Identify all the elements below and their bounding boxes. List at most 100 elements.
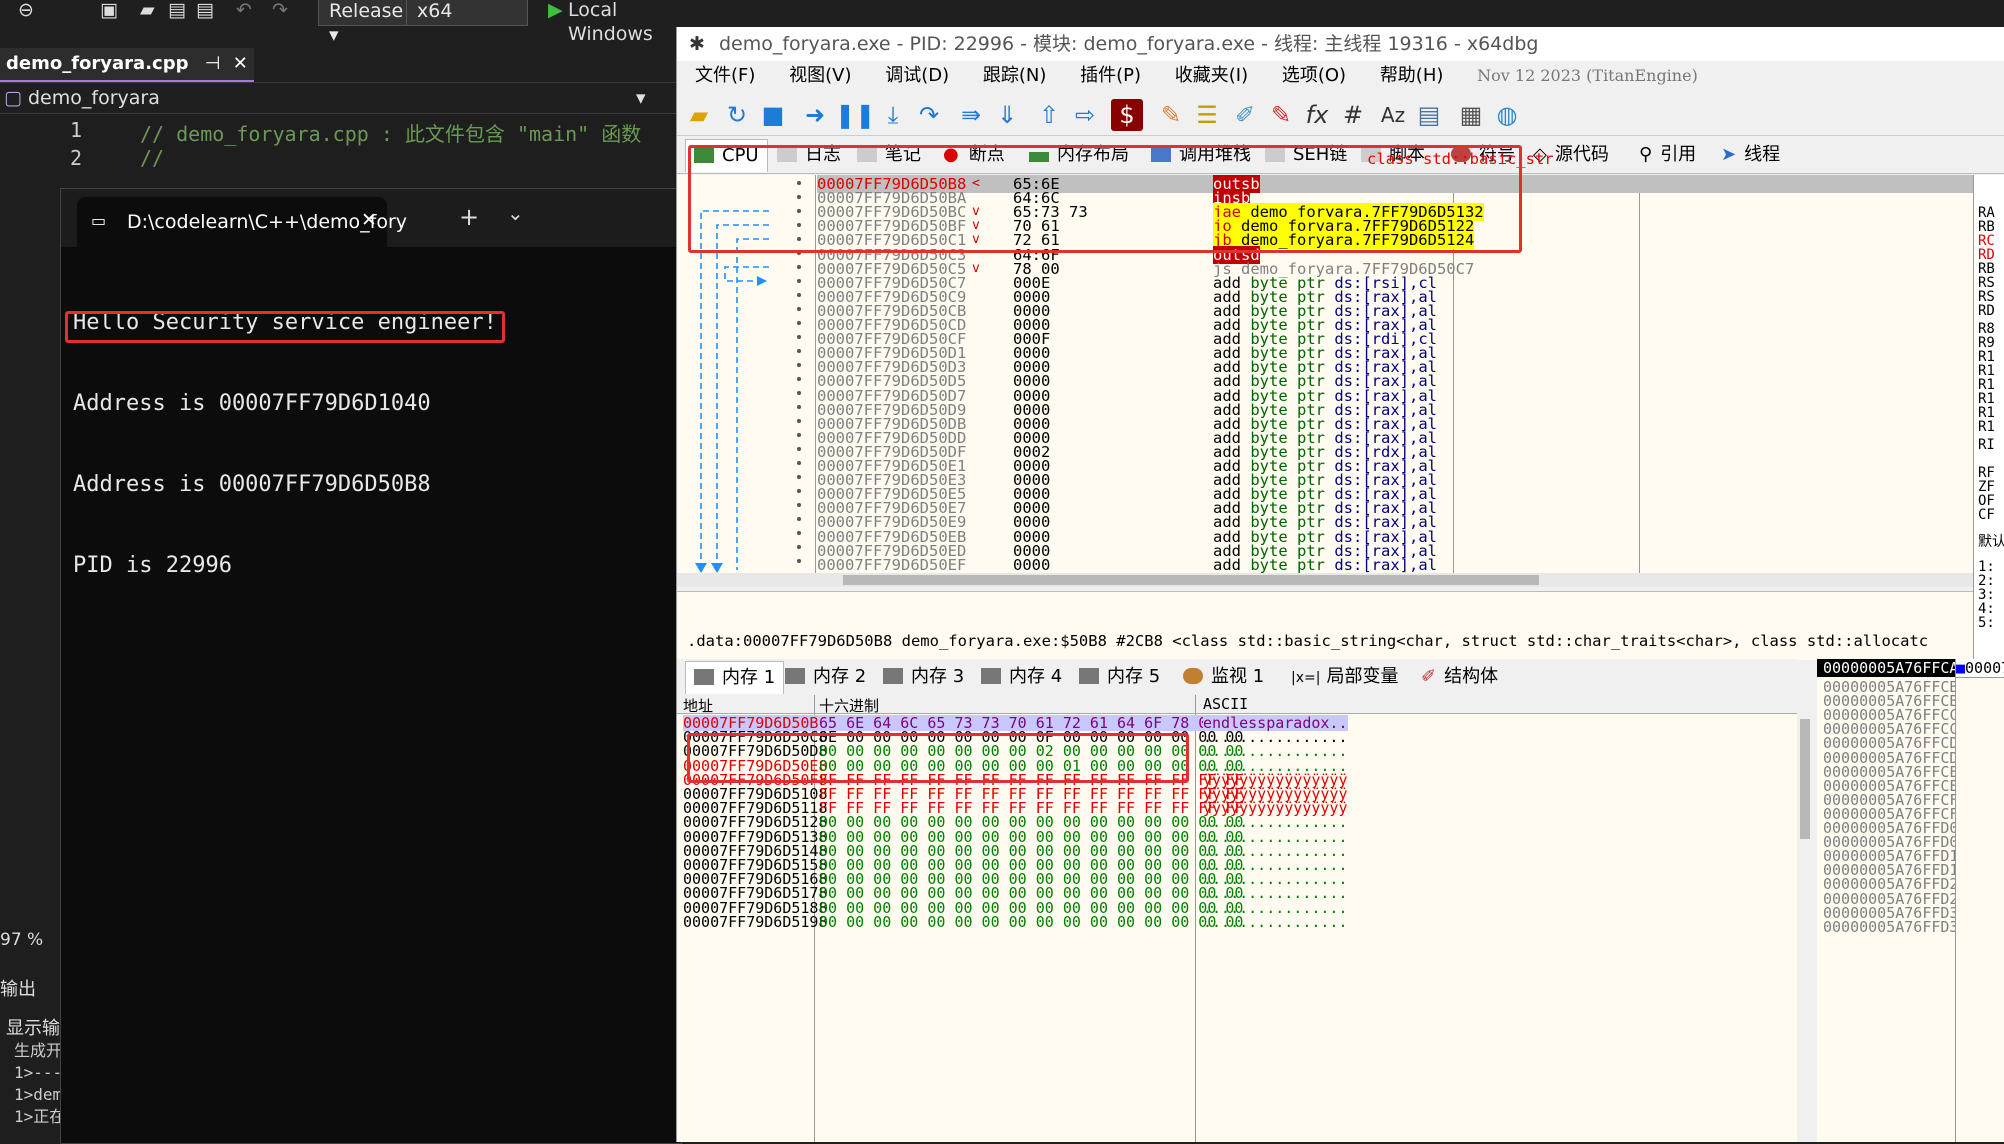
- restart-icon[interactable]: ↻: [721, 99, 753, 131]
- undo-icon[interactable]: ↶: [236, 0, 252, 24]
- tab-locals-label: 局部变量: [1326, 666, 1399, 687]
- terminal-titlebar: ▭ D:\codelearn\C++\demo_fory ✕ + ⌄: [61, 189, 681, 247]
- disasm-operand: ds:[rax],al: [1334, 555, 1437, 573]
- tab-watch-1[interactable]: 监视 1: [1175, 661, 1272, 693]
- execute-till-return-icon[interactable]: ⇧: [1033, 99, 1065, 131]
- menu-plugins[interactable]: 插件(P): [1080, 65, 1141, 86]
- terminal-window[interactable]: ▭ D:\codelearn\C++\demo_fory ✕ + ⌄ Hello…: [60, 188, 682, 1144]
- terminal-icon: ▭: [91, 211, 107, 230]
- globe-icon[interactable]: ◍: [1491, 99, 1523, 131]
- calculator-icon[interactable]: ▦: [1455, 99, 1487, 131]
- tab-references[interactable]: ⚲ 引用: [1631, 139, 1704, 171]
- save-icon[interactable]: ▤: [168, 0, 186, 24]
- menu-help[interactable]: 帮助(H): [1380, 65, 1444, 86]
- functions-icon[interactable]: fx: [1301, 99, 1333, 131]
- register-label[interactable]: 默认: [1978, 531, 2004, 551]
- start-debug-icon[interactable]: ▶: [548, 0, 563, 24]
- tab-dump-4[interactable]: 内存 4: [973, 661, 1070, 693]
- hash-icon[interactable]: #: [1337, 99, 1369, 131]
- open-icon[interactable]: ▰: [683, 99, 715, 131]
- save-all-icon[interactable]: ▤: [196, 0, 214, 24]
- tab-dropdown-button[interactable]: ⌄: [507, 201, 524, 225]
- vs-toolbar: ⊖ ▣ ▰ ▤ ▤ ↶ ↷ Release ▾ x64 ▶ Local Wind…: [0, 0, 680, 69]
- register-label[interactable]: R1: [1978, 419, 1995, 435]
- bookmarks-icon[interactable]: ✎: [1265, 99, 1297, 131]
- nav-scope: demo_foryara: [28, 87, 160, 109]
- trace-into-icon[interactable]: ⇛: [955, 99, 987, 131]
- menu-trace[interactable]: 跟踪(N): [983, 65, 1047, 86]
- configuration-select[interactable]: Release ▾: [318, 0, 410, 46]
- menu-options[interactable]: 选项(O): [1282, 65, 1346, 86]
- pause-icon[interactable]: ❚❚: [835, 99, 875, 131]
- memory-icon: [694, 669, 714, 685]
- highlight-box: [687, 733, 1189, 783]
- stack-values[interactable]: ■00007FF92 00000000000000000001c6000007F…: [1955, 659, 2004, 1142]
- struct-icon: ✐: [1421, 666, 1437, 687]
- tab-dump-1-label: 内存 1: [722, 667, 776, 688]
- pin-tab-icon[interactable]: ⊣: [205, 53, 221, 74]
- chevron-down-icon[interactable]: ▾: [636, 83, 646, 113]
- dump-tabs: 内存 1 内存 2 内存 3 内存 4 内存 5 监视 1 |x=| 局部变量 ✐…: [677, 659, 1797, 696]
- patch-icon[interactable]: ✎: [1155, 99, 1187, 131]
- open-folder-icon[interactable]: ▰: [140, 0, 155, 24]
- zoom-level[interactable]: 97 %: [0, 930, 43, 950]
- bug-icon: ✱: [689, 33, 705, 55]
- trace-over-icon[interactable]: ⇓: [991, 99, 1023, 131]
- line-number: 2: [70, 146, 83, 170]
- highlight-box: [688, 145, 1522, 253]
- disasm-row[interactable]: 00007FF79D6D50EF 0000 add byte ptr ds:[rax…: [817, 556, 1973, 573]
- step-over-icon[interactable]: ↷: [913, 99, 945, 131]
- run-to-user-code-icon[interactable]: ⇨: [1069, 99, 1101, 131]
- register-label[interactable]: RI: [1978, 437, 1995, 453]
- disasm-mnemonic: add: [1213, 555, 1251, 573]
- code-line: // demo_foryara.cpp : 此文件包含 "main" 函数: [140, 122, 642, 146]
- new-tab-button[interactable]: +: [459, 203, 479, 231]
- tab-threads[interactable]: ➤ 线程: [1713, 139, 1788, 171]
- configuration-value: Release: [329, 0, 404, 22]
- script-icon[interactable]: $: [1111, 99, 1143, 131]
- new-project-icon[interactable]: ▣: [100, 0, 118, 24]
- navigation-bar[interactable]: ▢ demo_foryara ▾: [0, 82, 680, 114]
- register-label[interactable]: RD: [1978, 303, 1995, 319]
- dump-address: 00007FF79D6D5198: [683, 912, 828, 931]
- disasm-instruction: add byte ptr ds:[rax],al: [1213, 556, 1437, 573]
- redo-icon[interactable]: ↷: [272, 0, 288, 24]
- tab-locals[interactable]: |x=| 局部变量: [1283, 661, 1406, 693]
- document-tab[interactable]: demo_foryara.cpp ⊣ ✕: [0, 48, 254, 82]
- tab-dump-2[interactable]: 内存 2: [777, 661, 874, 693]
- tab-struct[interactable]: ✐ 结构体: [1413, 661, 1506, 693]
- strings-icon[interactable]: Aᴢ: [1377, 99, 1409, 131]
- code-editor[interactable]: 1 // demo_foryara.cpp : 此文件包含 "main" 函数 …: [0, 114, 680, 194]
- threads-icon: ➤: [1721, 144, 1737, 165]
- labels-icon[interactable]: ✐: [1229, 99, 1261, 131]
- tab-dump-1[interactable]: 内存 1: [685, 661, 785, 694]
- register-label[interactable]: 5:: [1978, 615, 1995, 631]
- terminal-line: Address is 00007FF79D6D1040: [73, 391, 431, 416]
- tab-dump-5[interactable]: 内存 5: [1071, 661, 1168, 693]
- terminal-tab[interactable]: ▭ D:\codelearn\C++\demo_fory ✕: [77, 197, 407, 247]
- menu-file[interactable]: 文件(F): [695, 65, 755, 86]
- tab-dump-3[interactable]: 内存 3: [875, 661, 972, 693]
- scrollbar-thumb[interactable]: [843, 575, 1539, 585]
- debugger-select[interactable]: Local Windows Debugger: [568, 0, 680, 69]
- stack-top-value-text: 00007FF92: [1965, 659, 2004, 677]
- menu-debug[interactable]: 调试(D): [885, 65, 949, 86]
- menu-favourites[interactable]: 收藏夹(I): [1175, 65, 1248, 86]
- registers-pane[interactable]: RA RB RC RD RB RS RS RD R8 R9 R1 R1 R1 R1 R1 R1 RI RF ZF OF…: [1973, 175, 2004, 659]
- stack-address[interactable]: 00000005A76FFD38: [1823, 918, 1968, 936]
- comments-icon[interactable]: ☰: [1191, 99, 1223, 131]
- menu-view[interactable]: 视图(V): [789, 65, 851, 86]
- tab-dump-2-label: 内存 2: [813, 666, 867, 687]
- register-label[interactable]: CF: [1978, 507, 1995, 523]
- close-tab-icon[interactable]: ✕: [233, 53, 248, 74]
- step-into-icon[interactable]: ⤓: [877, 99, 909, 131]
- run-icon[interactable]: ➜: [799, 99, 831, 131]
- disasm-bytes: 0000: [1013, 555, 1051, 573]
- memory-map-icon[interactable]: ▤: [1413, 99, 1445, 131]
- close-tab-icon[interactable]: ✕: [361, 209, 377, 231]
- stop-icon[interactable]: ■: [757, 99, 789, 131]
- back-icon[interactable]: ⊖: [18, 0, 34, 24]
- scrollbar-thumb[interactable]: [1800, 719, 1810, 839]
- horizontal-scrollbar[interactable]: [677, 573, 1973, 587]
- platform-select[interactable]: x64: [406, 0, 528, 26]
